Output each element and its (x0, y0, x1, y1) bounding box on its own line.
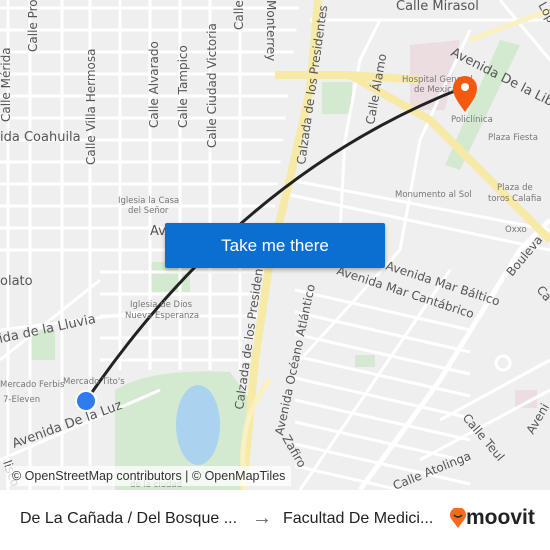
street-label: Calle (232, 0, 246, 30)
poi-label: Policlínica (451, 115, 493, 125)
poi-label: Iglesia de Dios (130, 300, 193, 310)
arrow-right-icon: → (252, 507, 272, 529)
origin-label: De La Cañada / Del Bosque ... (20, 510, 238, 527)
street-label: Calle Ciudad Victoria (205, 23, 219, 148)
street-label: Calle Tampico (176, 45, 190, 128)
route-footer: De La Cañada / Del Bosque ... → Facultad… (0, 490, 550, 550)
origin-marker-icon[interactable] (75, 390, 97, 412)
street-label: Calle Mirasol (396, 0, 479, 14)
moovit-wordmark: moovit (466, 506, 535, 529)
street-label: Calle Villa Hermosa (84, 49, 98, 165)
street-label: olato (0, 274, 33, 289)
street-label: Calle Alvarado (147, 41, 161, 128)
map[interactable]: Calle Mirasol Avenida De la Libertad Cal… (0, 0, 550, 490)
street-label: Monterrey (264, 0, 278, 61)
street-label: Av (150, 224, 166, 239)
destination-label: Facultad De Medici... (283, 510, 434, 527)
poi-label: Oxxo (505, 225, 527, 235)
street-label: Calle Álamo (362, 52, 389, 125)
avenida-road (275, 71, 421, 84)
green-area (355, 355, 375, 367)
avenida-libertad-road (469, 7, 550, 43)
street-label: Avenida De la Luz (10, 398, 124, 452)
poi-label: Iglesia la Casa (118, 196, 179, 206)
street-label: Ca (534, 283, 550, 304)
poi-label: 7-Eleven (3, 395, 40, 405)
poi-label: Monumento al Sol (395, 190, 472, 200)
poi-label: del Señor (128, 206, 169, 216)
moovit-logo: moovit (450, 506, 535, 530)
street-label: Calle Pro (26, 0, 40, 52)
poi-label: Plaza Fiesta (488, 133, 538, 143)
poi-label: Nueva Esperanza (125, 311, 199, 321)
moovit-pin-icon (450, 508, 466, 528)
poi-label: toros Calafia (488, 194, 541, 204)
map-attribution[interactable]: © OpenStreetMap contributors | © OpenMap… (6, 466, 292, 486)
street-label: Zafiro (279, 433, 309, 470)
poi-label: Plaza de (497, 183, 533, 193)
lake (176, 385, 220, 465)
street-label: Bouleva (504, 233, 546, 279)
take-me-there-button[interactable]: Take me there (165, 223, 385, 268)
poi-label: Mercado Ferbis (0, 380, 65, 390)
green-area (322, 82, 352, 114)
street-label: ida Coahuila (0, 130, 81, 145)
street-label: Calle Mérida (0, 47, 13, 122)
poi-label: Mercado Tito's (63, 377, 125, 387)
